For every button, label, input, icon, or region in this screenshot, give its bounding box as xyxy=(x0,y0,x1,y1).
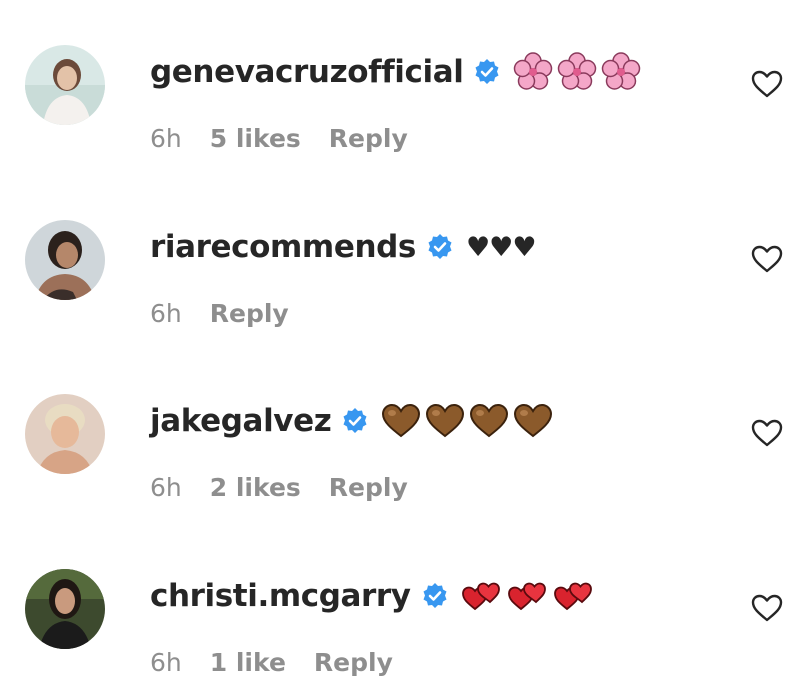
likes-count-link[interactable]: 2 likes xyxy=(210,473,301,502)
comment-time: 6h xyxy=(150,299,182,328)
username-link[interactable]: christi.mcgarry xyxy=(150,578,411,614)
verified-badge-icon xyxy=(341,407,369,435)
brown-heart-icon xyxy=(470,403,509,438)
comment-text: ♥♥♥ xyxy=(465,231,537,263)
comment-emojis xyxy=(461,580,599,612)
comment-header: jakegalvez xyxy=(150,396,557,446)
comment-header: christi.mcgarry xyxy=(150,571,599,621)
comment-item: jakegalvez 6h 2 likes Reply xyxy=(0,349,800,523)
comments-list: genevacruzofficial 6h 5 likes Reply riar… xyxy=(0,0,800,699)
verified-badge-icon xyxy=(421,582,449,610)
comment-time: 6h xyxy=(150,124,182,153)
brown-heart-icon xyxy=(514,403,553,438)
verified-badge-icon xyxy=(426,233,454,261)
comment-header: genevacruzofficial xyxy=(150,47,645,97)
comment-header: riarecommends ♥♥♥ xyxy=(150,222,537,272)
heart-outline-icon[interactable] xyxy=(750,593,784,623)
comment-time: 6h xyxy=(150,648,182,677)
username-link[interactable]: jakegalvez xyxy=(150,403,332,439)
likes-count-link[interactable]: 5 likes xyxy=(210,124,301,153)
username-link[interactable]: riarecommends xyxy=(150,229,416,265)
reply-button[interactable]: Reply xyxy=(329,473,408,502)
comment-time: 6h xyxy=(150,473,182,502)
comment-meta: 6h Reply xyxy=(150,299,317,328)
brown-heart-icon xyxy=(382,403,421,438)
cherry-blossom-icon xyxy=(514,52,553,90)
comment-emojis xyxy=(381,403,557,439)
brown-heart-icon xyxy=(426,403,465,438)
comment-item: christi.mcgarry 6h 1 like Reply xyxy=(0,524,800,698)
avatar[interactable] xyxy=(25,394,105,474)
username-link[interactable]: genevacruzofficial xyxy=(150,54,464,90)
comment-meta: 6h 5 likes Reply xyxy=(150,124,436,153)
heart-outline-icon[interactable] xyxy=(750,69,784,99)
comment-item: genevacruzofficial 6h 5 likes Reply xyxy=(0,0,800,174)
two-hearts-icon xyxy=(461,582,500,611)
reply-button[interactable]: Reply xyxy=(210,299,289,328)
two-hearts-icon xyxy=(553,582,592,611)
two-hearts-icon xyxy=(507,582,546,611)
avatar[interactable] xyxy=(25,220,105,300)
comment-emojis xyxy=(513,52,645,92)
reply-button[interactable]: Reply xyxy=(329,124,408,153)
comment-meta: 6h 2 likes Reply xyxy=(150,473,436,502)
comment-meta: 6h 1 like Reply xyxy=(150,648,421,677)
avatar[interactable] xyxy=(25,45,105,125)
likes-count-link[interactable]: 1 like xyxy=(210,648,286,677)
heart-outline-icon[interactable] xyxy=(750,244,784,274)
cherry-blossom-icon xyxy=(602,52,641,90)
heart-outline-icon[interactable] xyxy=(750,418,784,448)
avatar[interactable] xyxy=(25,569,105,649)
verified-badge-icon xyxy=(473,58,501,86)
cherry-blossom-icon xyxy=(558,52,597,90)
reply-button[interactable]: Reply xyxy=(314,648,393,677)
comment-item: riarecommends ♥♥♥ 6h Reply xyxy=(0,175,800,349)
